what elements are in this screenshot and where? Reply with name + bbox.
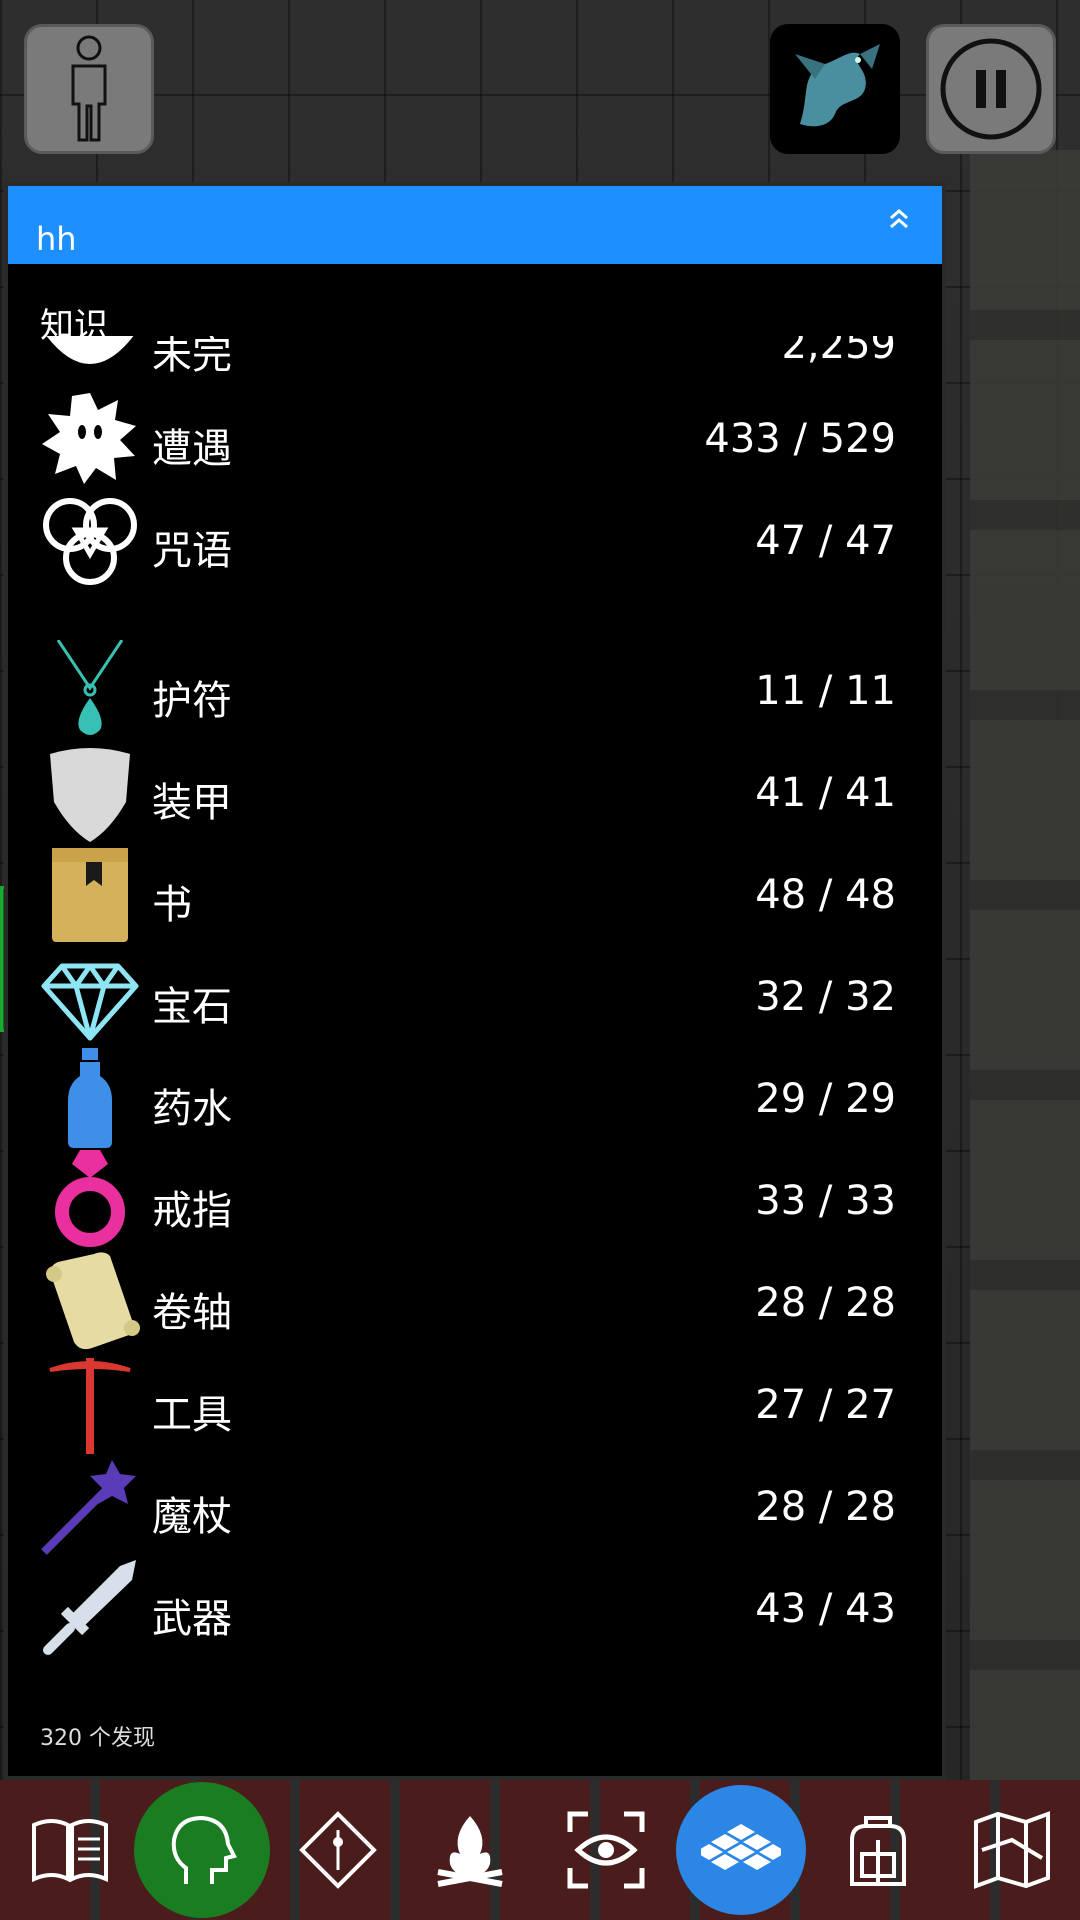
gem-icon	[41, 963, 139, 1041]
monster-blob-icon	[42, 393, 136, 484]
hero-info-button[interactable]	[134, 1782, 270, 1918]
list-item-count: 43 / 43	[755, 1586, 896, 1632]
list-item[interactable]: 宝石 32 / 32	[8, 946, 942, 1046]
list-item[interactable]: 魔杖 28 / 28	[8, 1456, 942, 1556]
boss-portrait-button[interactable]	[770, 24, 900, 154]
list-item-count: 41 / 41	[755, 770, 896, 816]
sword-icon	[43, 1560, 136, 1655]
journal-icon	[32, 1819, 108, 1883]
discoveries-count: 320 个发现	[40, 1726, 155, 1751]
list-item-label: 戒指	[152, 1188, 232, 1234]
triquetra-icon	[43, 498, 137, 585]
potion-icon	[68, 1048, 112, 1148]
amulet-icon	[56, 640, 124, 735]
dragon-icon	[795, 44, 880, 127]
list-item[interactable]: 咒语 47 / 47	[8, 490, 942, 590]
list-item-count: 47 / 47	[755, 518, 896, 564]
list-item-label: 卷轴	[152, 1290, 232, 1336]
map-grid-button[interactable]	[676, 1785, 806, 1915]
list-item-count: 2,259	[781, 336, 896, 368]
shield-icon	[50, 748, 130, 842]
list-item-label: 药水	[152, 1086, 232, 1132]
list-item-label: 装甲	[152, 780, 232, 826]
list-item-label: 书	[152, 882, 192, 928]
list-item[interactable]: 遭遇 433 / 529	[8, 388, 942, 488]
list-item[interactable]: 装甲 41 / 41	[8, 742, 942, 842]
pause-button[interactable]	[926, 24, 1056, 154]
focus-eye-icon	[567, 1811, 645, 1889]
window-title-bar[interactable]: hh	[8, 186, 942, 264]
list-item[interactable]: 武器 43 / 43	[8, 1558, 942, 1658]
list-item-label: 遭遇	[152, 426, 232, 472]
list-item-label: 宝石	[152, 984, 232, 1030]
list-item-count: 11 / 11	[755, 668, 896, 714]
bottom-toolbar	[0, 1780, 1080, 1920]
catalog-list[interactable]: 未完 2,259 遭遇 433 / 529 咒语 47 / 47 护符 11 /…	[8, 336, 942, 1826]
list-item-label: 武器	[152, 1596, 232, 1642]
list-item[interactable]: 工具 27 / 27	[8, 1354, 942, 1454]
scroll-icon	[46, 1252, 140, 1350]
person-icon	[71, 35, 107, 142]
rest-button[interactable]	[410, 1790, 530, 1910]
inventory-button[interactable]	[818, 1790, 938, 1910]
list-item[interactable]: 书 48 / 48	[8, 844, 942, 944]
list-item-count: 27 / 27	[755, 1382, 896, 1428]
list-item-count: 32 / 32	[755, 974, 896, 1020]
wand-icon	[41, 1460, 136, 1555]
list-item-label: 工具	[152, 1392, 232, 1438]
dungeon-wall	[970, 150, 1080, 1780]
ring-icon	[55, 1150, 125, 1247]
window-title: hh	[36, 220, 77, 258]
list-item-count: 33 / 33	[755, 1178, 896, 1224]
talents-button[interactable]	[278, 1790, 398, 1910]
list-item[interactable]: 护符 11 / 11	[8, 640, 942, 740]
list-item[interactable]: 戒指 33 / 33	[8, 1150, 942, 1250]
list-item[interactable]: 药水 29 / 29	[8, 1048, 942, 1148]
campfire-icon	[437, 1816, 503, 1887]
book-icon	[52, 848, 128, 942]
pause-icon	[940, 38, 1042, 140]
list-item-label: 咒语	[152, 528, 232, 574]
list-item-count: 28 / 28	[755, 1484, 896, 1530]
talent-icon	[299, 1811, 377, 1889]
journal-window: hh 知识 未完 2,259 遭遇 433 / 529 咒语 47 / 47 护…	[4, 182, 946, 1780]
list-item-count: 48 / 48	[755, 872, 896, 918]
list-item-count: 29 / 29	[755, 1076, 896, 1122]
pickaxe-icon	[49, 1358, 131, 1454]
backpack-icon	[850, 1816, 906, 1886]
map-icon	[974, 1811, 1050, 1889]
list-item-label: 未完	[152, 336, 232, 378]
journal-button[interactable]	[10, 1790, 130, 1910]
world-map-button[interactable]	[952, 1790, 1072, 1910]
list-item-label: 护符	[152, 678, 232, 724]
search-button[interactable]	[546, 1790, 666, 1910]
hero-button[interactable]	[24, 24, 154, 154]
head-icon	[171, 1815, 237, 1884]
list-item-count: 433 / 529	[704, 416, 896, 462]
list-item-label: 魔杖	[152, 1494, 232, 1540]
map-grid-icon	[701, 1824, 781, 1870]
list-item-count: 28 / 28	[755, 1280, 896, 1326]
list-item[interactable]: 卷轴 28 / 28	[8, 1252, 942, 1352]
chevron-double-up-icon[interactable]	[884, 204, 914, 234]
